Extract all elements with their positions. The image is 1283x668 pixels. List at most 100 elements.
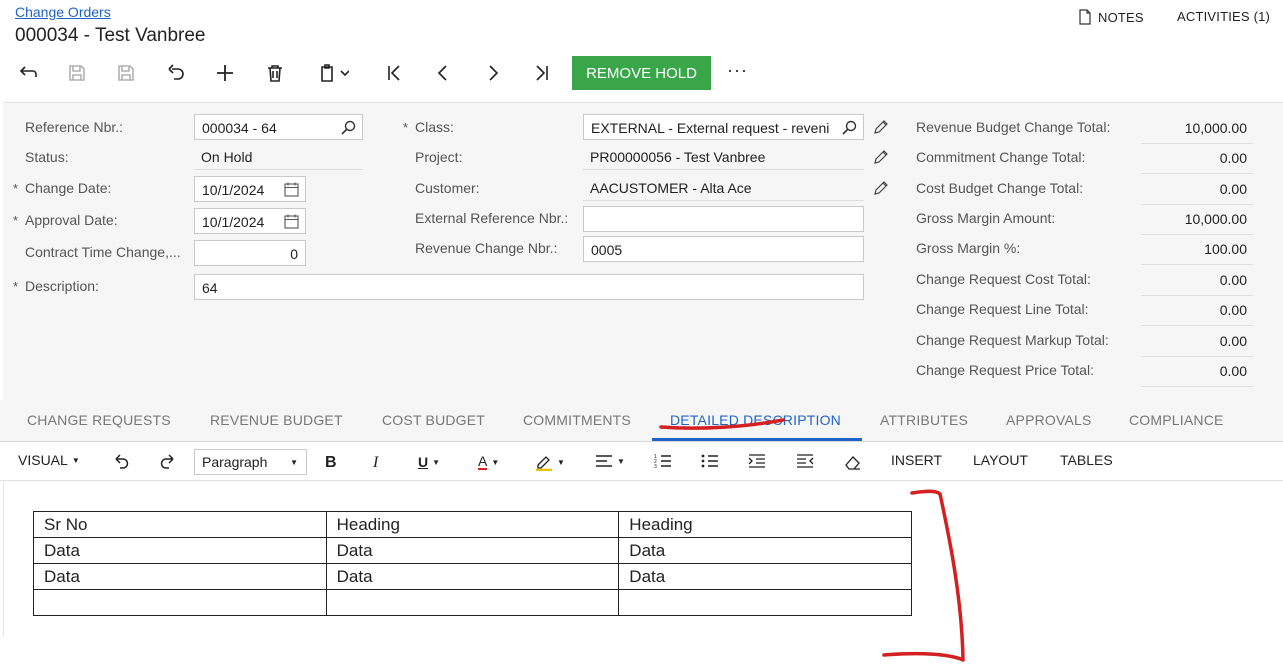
table-cell[interactable]: Data <box>618 563 912 590</box>
customer-value[interactable]: AACUSTOMER - Alta Ace <box>583 175 864 201</box>
save-close-icon <box>69 65 85 81</box>
previous-record-button[interactable] <box>427 58 459 88</box>
project-value[interactable]: PR00000056 - Test Vanbree <box>583 144 864 170</box>
outdent-button[interactable] <box>796 453 814 469</box>
paragraph-label: Paragraph <box>202 454 268 470</box>
total-value: 0.00 <box>1141 302 1253 326</box>
underline-button[interactable]: U ▼ <box>418 454 440 470</box>
reference-nbr-input[interactable]: 000034 - 64 <box>194 114 363 140</box>
chevron-right-icon <box>489 65 499 81</box>
table-row: Data Data Data <box>33 563 912 590</box>
tab-compliance[interactable]: COMPLIANCE <box>1129 412 1224 428</box>
total-label: Gross Margin Amount: <box>916 210 1056 226</box>
calendar-icon[interactable] <box>284 182 299 197</box>
content-table[interactable]: Sr No Heading Heading Data Data Data Data Dat… <box>33 511 912 616</box>
table-cell[interactable]: Heading <box>325 511 620 538</box>
visual-label: VISUAL <box>18 452 68 468</box>
cancel-button[interactable] <box>160 58 192 88</box>
table-cell[interactable]: Data <box>618 537 912 564</box>
italic-button[interactable]: I <box>373 454 378 472</box>
total-value: 100.00 <box>1141 241 1253 265</box>
table-cell[interactable]: Sr No <box>33 511 327 538</box>
table-cell[interactable]: Data <box>325 537 620 564</box>
activities-label: ACTIVITIES (1) <box>1177 9 1271 24</box>
table-cell[interactable]: Data <box>325 563 620 590</box>
bold-button[interactable]: B <box>325 454 337 472</box>
font-color-button[interactable]: A ▼ <box>478 454 499 470</box>
align-button[interactable]: ▼ <box>595 453 625 469</box>
redo-icon <box>160 454 174 469</box>
search-icon[interactable] <box>842 120 857 135</box>
revenue-change-input[interactable]: 0005 <box>583 236 864 262</box>
tab-attributes[interactable]: ATTRIBUTES <box>880 412 968 428</box>
align-left-icon <box>596 455 612 467</box>
contract-time-change-input[interactable]: 0 <box>194 240 306 266</box>
external-ref-input[interactable] <box>583 206 864 232</box>
clear-formatting-button[interactable] <box>844 454 862 470</box>
back-button[interactable] <box>12 58 44 88</box>
save-button[interactable] <box>110 58 142 88</box>
calendar-icon[interactable] <box>284 214 299 229</box>
table-cell[interactable] <box>618 589 912 616</box>
table-cell[interactable]: Data <box>33 537 327 564</box>
total-value: 10,000.00 <box>1141 211 1253 235</box>
table-cell[interactable]: Heading <box>618 511 912 538</box>
font-color-label: A <box>478 453 488 470</box>
reference-nbr-value: 000034 - 64 <box>202 120 277 136</box>
total-label: Change Request Price Total: <box>916 362 1094 378</box>
save-icon <box>118 65 134 81</box>
approval-date-label-text: Approval Date: <box>25 212 118 228</box>
next-record-button[interactable] <box>477 58 509 88</box>
total-label: Revenue Budget Change Total: <box>916 119 1111 135</box>
tab-detailed-description[interactable]: DETAILED DESCRIPTION <box>670 412 841 428</box>
indent-button[interactable] <box>748 453 766 469</box>
numbered-list-button[interactable]: 123 <box>654 453 672 469</box>
breadcrumb[interactable]: Change Orders <box>15 4 111 20</box>
insert-menu[interactable]: INSERT <box>891 452 942 468</box>
active-tab-indicator <box>652 438 862 441</box>
total-label: Change Request Line Total: <box>916 301 1089 317</box>
layout-menu[interactable]: LAYOUT <box>973 452 1028 468</box>
class-input[interactable]: EXTERNAL - External request - reveni <box>583 114 864 140</box>
change-date-value: 10/1/2024 <box>202 182 265 198</box>
tables-menu[interactable]: TABLES <box>1060 452 1113 468</box>
add-button[interactable] <box>209 58 241 88</box>
approval-date-input[interactable]: 10/1/2024 <box>194 208 306 234</box>
edit-class-icon[interactable] <box>873 119 889 135</box>
paragraph-style-dropdown[interactable]: Paragraph ▼ <box>194 449 307 475</box>
page-title: 000034 - Test Vanbree <box>15 25 206 46</box>
edit-project-icon[interactable] <box>873 149 889 165</box>
tab-commitments[interactable]: COMMITMENTS <box>523 412 631 428</box>
table-cell[interactable] <box>325 589 620 616</box>
search-icon[interactable] <box>341 120 356 135</box>
delete-button[interactable] <box>259 58 291 88</box>
tab-cost-budget[interactable]: COST BUDGET <box>382 412 485 428</box>
customer-label: Customer: <box>415 180 480 196</box>
required-marker: * <box>403 120 409 135</box>
redo-button[interactable] <box>159 453 177 469</box>
table-cell[interactable]: Data <box>33 563 327 590</box>
last-icon <box>536 65 548 81</box>
table-cell[interactable] <box>33 589 327 616</box>
first-record-button[interactable] <box>378 58 410 88</box>
activities-button[interactable]: ACTIVITIES (1) <box>1177 9 1270 24</box>
undo-button[interactable] <box>112 453 130 469</box>
tab-approvals[interactable]: APPROVALS <box>1006 412 1092 428</box>
highlight-color-button[interactable]: ▼ <box>535 453 565 471</box>
change-date-input[interactable]: 10/1/2024 <box>194 176 306 202</box>
description-input[interactable]: 64 <box>194 274 864 300</box>
edit-customer-icon[interactable] <box>873 180 889 196</box>
remove-hold-button[interactable]: REMOVE HOLD <box>572 56 711 90</box>
bullet-list-button[interactable] <box>701 453 719 469</box>
total-label: Cost Budget Change Total: <box>916 180 1084 196</box>
notes-button[interactable]: NOTES <box>1078 9 1144 25</box>
more-actions-button[interactable]: ··· <box>727 60 748 81</box>
tab-revenue-budget[interactable]: REVENUE BUDGET <box>210 412 343 428</box>
last-record-button[interactable] <box>526 58 558 88</box>
visual-mode-dropdown[interactable]: VISUAL ▼ <box>18 452 80 468</box>
status-value: On Hold <box>194 144 363 170</box>
caret-down-icon: ▼ <box>491 457 500 467</box>
copy-paste-button[interactable] <box>310 58 358 88</box>
tab-change-requests[interactable]: CHANGE REQUESTS <box>27 412 171 428</box>
save-close-button[interactable] <box>61 58 93 88</box>
